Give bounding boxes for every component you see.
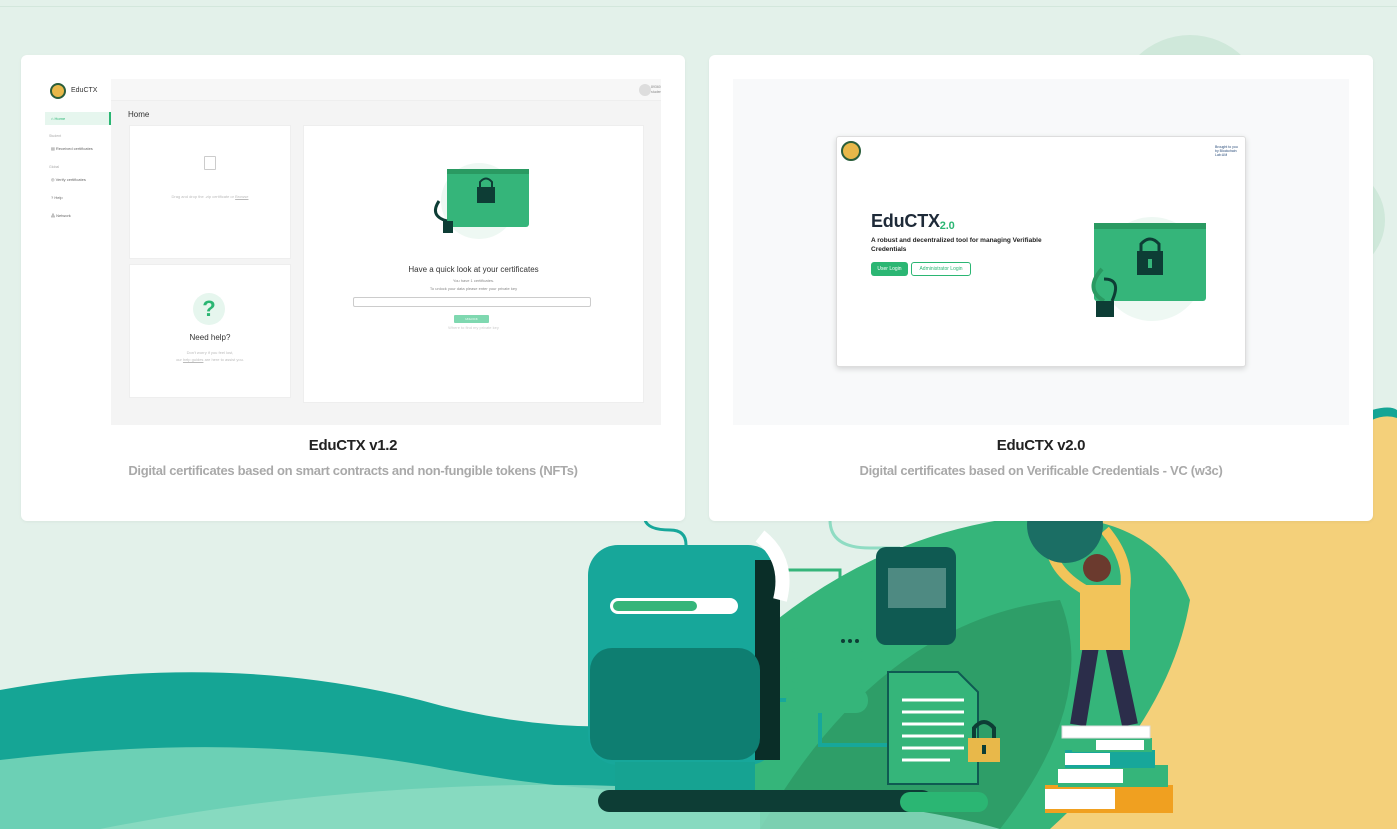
server-panel [590, 648, 760, 760]
v1-user-info: 89360187student [651, 85, 661, 94]
v2-tagline: A robust and decentralized tool for mana… [871, 237, 1042, 253]
file-icon [204, 156, 216, 170]
v1-section-general: Global [49, 165, 60, 169]
v1-sidebar: EduCTX ⌂ Home Student ▤ Received certifi… [45, 79, 111, 425]
v1-dropzone: Drag and drop the .zip certificate or Br… [129, 125, 291, 259]
v1-logo-text: EduCTX [71, 87, 98, 94]
server-base [615, 762, 755, 792]
v2-brand-credit: Brought to you by Blockchain Lab:UM [1215, 145, 1238, 157]
screenshot-v1: EduCTX ⌂ Home Student ▤ Received certifi… [45, 79, 661, 425]
screenshot-v2: Brought to you by Blockchain Lab:UM EduC… [733, 79, 1349, 425]
private-key-input [353, 297, 591, 307]
disk-2 [786, 658, 868, 683]
v1-unlock-text: To unlock your data please enter your pr… [429, 286, 518, 291]
disk-3 [786, 688, 868, 713]
v1-help-box: ? Need help? Don't worry if you feel los… [129, 264, 291, 398]
v1-nav-network: ⁂ Network [51, 213, 71, 218]
v1-private-key-link: Where to find my private key [448, 325, 499, 330]
unlock-button: UNLOCK [454, 315, 489, 323]
server-foot-light [900, 792, 988, 812]
educatx-logo-icon [841, 141, 861, 161]
question-icon: ? [193, 293, 225, 325]
admin-login-button: Administrator Login [911, 262, 971, 276]
locked-screen-illustration [1091, 217, 1206, 321]
v1-dropzone-text: Drag and drop the .zip certificate or Br… [171, 194, 249, 199]
card-v2[interactable]: Brought to you by Blockchain Lab:UM EduC… [709, 55, 1373, 521]
card-v1-title: EduCTX v1.2 [308, 437, 398, 454]
v1-help-line2: our help guides are here to assist you. [176, 357, 244, 362]
card-v1[interactable]: EduCTX ⌂ Home Student ▤ Received certifi… [21, 55, 685, 521]
v1-nav-verify: ◎ Verify certificates [51, 177, 86, 182]
v1-nav-home: ⌂ Home [45, 112, 111, 125]
v1-help-title: Need help? [189, 333, 231, 342]
card-v2-title: EduCTX v2.0 [996, 437, 1086, 454]
server-bar-fill [613, 601, 697, 611]
v1-help-line1: Don't worry if you feel lost, [186, 350, 234, 355]
v1-nav-help: ? Help [51, 195, 63, 200]
card-v2-description: Digital certificates based on Verificabl… [859, 463, 1223, 478]
v1-nav-received: ▤ Received certificates [51, 146, 93, 151]
user-login-button: User Login [871, 262, 908, 276]
v1-quick-title: Have a quick look at your certificates [408, 265, 539, 274]
v1-section-student: Student [49, 134, 62, 138]
v2-app-title: EduCTX2.0 [871, 211, 955, 232]
cable-1 [643, 519, 688, 546]
document [887, 671, 979, 785]
v1-quick-look-panel: Have a quick look at your certificates Y… [303, 125, 644, 403]
v1-topbar: 89360187student [111, 79, 661, 101]
cable-3 [828, 519, 900, 550]
card-v1-description: Digital certificates based on smart cont… [128, 463, 578, 478]
dark-monitor-screen [888, 568, 946, 608]
locked-screen-illustration [433, 163, 529, 239]
educatx-logo-icon [50, 83, 66, 99]
avatar-icon [639, 84, 651, 96]
person-head [1083, 554, 1111, 582]
v1-cert-count: You have 1 certificates. [452, 278, 495, 283]
person-body [1080, 585, 1130, 650]
server-foot [598, 790, 933, 812]
v1-page-title: Home [128, 110, 150, 119]
book-5 [1061, 725, 1151, 739]
v2-window: Brought to you by Blockchain Lab:UM EduC… [836, 136, 1246, 367]
